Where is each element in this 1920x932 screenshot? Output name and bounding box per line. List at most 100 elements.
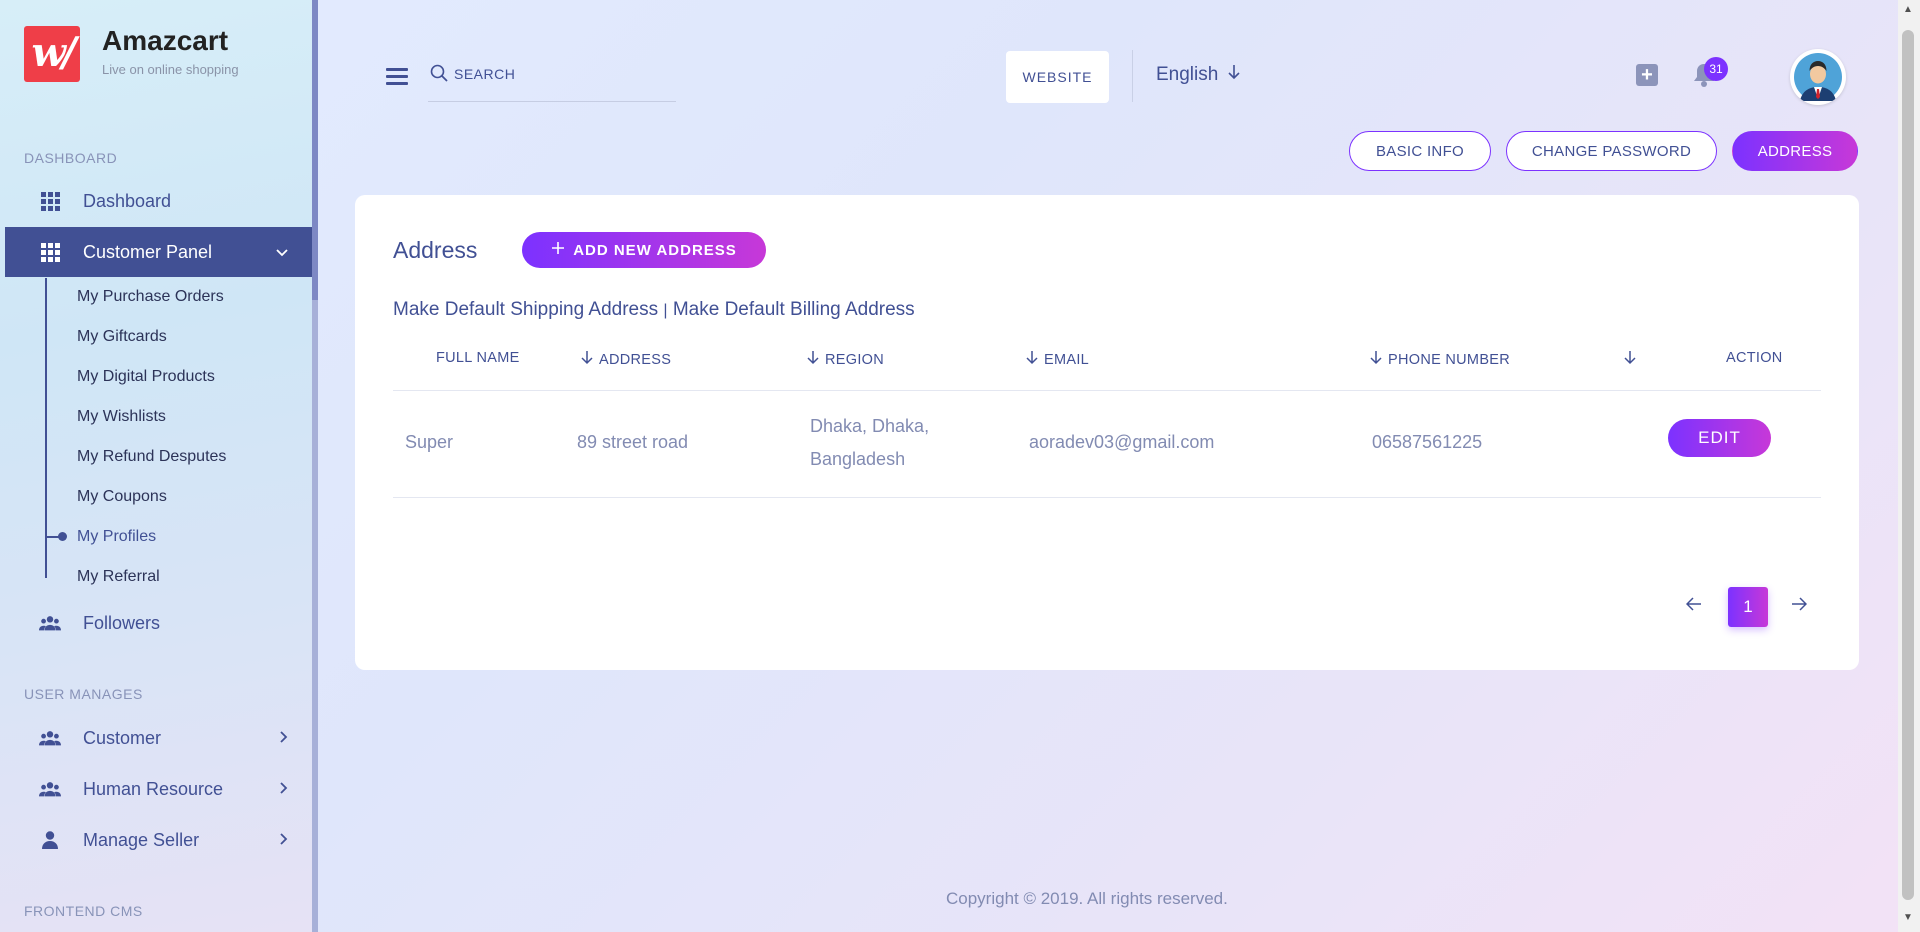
sidebar-subitem-digital-products[interactable]: My Digital Products <box>77 368 215 386</box>
brand-logo-mark: w/ <box>24 26 80 82</box>
sidebar-item-label: Customer Panel <box>83 241 213 262</box>
column-header-email[interactable]: EMAIL <box>1026 350 1089 369</box>
edit-button[interactable]: EDIT <box>1668 419 1771 457</box>
cell-region-line2: Bangladesh <box>810 449 906 469</box>
column-header-label: REGION <box>825 351 884 368</box>
column-header-label: FULL NAME <box>436 350 520 366</box>
sidebar-subitem-wishlists[interactable]: My Wishlists <box>77 408 166 426</box>
pagination-prev-icon[interactable] <box>1685 595 1702 616</box>
arrow-down-icon <box>1370 350 1382 369</box>
sidebar-subitem-refund-disputes[interactable]: My Refund Desputes <box>77 448 226 466</box>
menu-toggle-icon[interactable] <box>386 68 408 89</box>
sidebar-item-label: Human Resource <box>83 778 224 799</box>
arrow-down-icon <box>807 350 819 369</box>
add-icon[interactable]: + <box>1636 64 1658 86</box>
column-header-label: PHONE NUMBER <box>1388 351 1511 368</box>
search-icon <box>430 64 448 87</box>
avatar[interactable] <box>1790 49 1846 105</box>
address-card: Address ADD NEW ADDRESS Make Default Shi… <box>355 195 1859 670</box>
sidebar-scrollbar[interactable] <box>312 0 318 932</box>
scrollbar-thumb[interactable] <box>1902 30 1914 900</box>
column-header-action: ACTION <box>1726 350 1783 366</box>
sidebar-item-customer-panel[interactable]: Customer Panel <box>5 227 312 277</box>
user-icon <box>39 831 61 849</box>
chevron-right-icon <box>280 781 288 797</box>
tab-basic-info[interactable]: BASIC INFO <box>1349 131 1491 171</box>
sidebar-item-dashboard[interactable]: Dashboard <box>5 176 312 226</box>
sidebar-item-label: Manage Seller <box>83 829 200 850</box>
cell-full-name: Super <box>405 432 454 452</box>
column-header-sort[interactable] <box>1624 350 1636 369</box>
scroll-down-icon[interactable]: ▼ <box>1903 912 1913 923</box>
cell-address: 89 street road <box>577 432 689 452</box>
arrow-down-icon <box>1624 350 1636 369</box>
sidebar-subitem-profiles[interactable]: My Profiles <box>77 528 156 546</box>
arrow-down-icon <box>1026 350 1038 369</box>
pagination-page-1[interactable]: 1 <box>1728 587 1768 627</box>
table-divider <box>393 390 1821 391</box>
pagination-next-icon[interactable] <box>1791 595 1808 616</box>
cell-email: aoradev03@gmail.com <box>1029 432 1215 452</box>
brand-name: Amazcart <box>102 25 229 56</box>
search-input[interactable] <box>454 62 664 86</box>
section-user-manages: USER MANAGES <box>24 686 143 702</box>
brand-tagline: Live on online shopping <box>102 62 239 77</box>
website-button[interactable]: WEBSITE <box>1006 51 1109 103</box>
sidebar-item-label: Customer <box>83 727 162 748</box>
footer-copyright: Copyright © 2019. All rights reserved. <box>946 889 1228 908</box>
sidebar-subitem-coupons[interactable]: My Coupons <box>77 488 167 506</box>
sidebar-item-followers[interactable]: Followers <box>5 598 312 648</box>
column-header-label: EMAIL <box>1044 351 1090 368</box>
column-header-label: ACTION <box>1726 350 1783 366</box>
page-title: Address <box>393 237 478 263</box>
column-header-phone[interactable]: PHONE NUMBER <box>1370 350 1510 369</box>
grid-icon <box>39 191 61 211</box>
language-select[interactable]: English <box>1156 64 1240 86</box>
plus-icon <box>551 241 565 259</box>
tab-address[interactable]: ADDRESS <box>1732 131 1858 171</box>
sidebar-item-customer[interactable]: Customer <box>5 713 312 763</box>
add-new-address-button[interactable]: ADD NEW ADDRESS <box>522 232 766 268</box>
users-icon <box>39 730 61 746</box>
sidebar-item-label: Followers <box>83 612 161 633</box>
tab-change-password[interactable]: CHANGE PASSWORD <box>1506 131 1717 171</box>
users-icon <box>39 781 61 797</box>
table-divider <box>393 497 1821 498</box>
chevron-right-icon <box>280 832 288 848</box>
scroll-up-icon[interactable]: ▲ <box>1903 4 1913 15</box>
add-new-address-label: ADD NEW ADDRESS <box>573 241 737 259</box>
cell-phone: 06587561225 <box>1372 432 1483 452</box>
arrow-down-icon <box>1228 64 1240 86</box>
make-default-billing-link[interactable]: Make Default Billing Address <box>673 299 915 320</box>
notification-badge: 31 <box>1704 57 1728 81</box>
sidebar-subitem-referral[interactable]: My Referral <box>77 568 160 586</box>
arrow-down-icon <box>581 350 593 369</box>
sidebar-subitem-purchase-orders[interactable]: My Purchase Orders <box>77 288 224 306</box>
sidebar-item-human-resource[interactable]: Human Resource <box>5 764 312 814</box>
customer-panel-submenu: My Purchase Orders My Giftcards My Digit… <box>45 278 305 585</box>
make-default-shipping-link[interactable]: Make Default Shipping Address <box>393 299 658 320</box>
brand-logo[interactable]: w/ Amazcart Live on online shopping <box>24 26 239 82</box>
column-header-region[interactable]: REGION <box>807 350 884 369</box>
page-scrollbar[interactable]: ▲ ▼ <box>1898 0 1920 932</box>
search-bar <box>428 60 676 102</box>
sidebar-item-manage-seller[interactable]: Manage Seller <box>5 815 312 865</box>
section-dashboard: DASHBOARD <box>24 150 118 166</box>
users-icon <box>39 615 61 631</box>
header-divider <box>1132 50 1133 102</box>
language-label: English <box>1156 64 1219 85</box>
default-address-links: Make Default Shipping Address | Make Def… <box>393 299 915 321</box>
section-frontend-cms: FRONTEND CMS <box>24 903 143 919</box>
chevron-down-icon <box>276 244 288 260</box>
column-header-label: ADDRESS <box>599 351 672 368</box>
sidebar: w/ Amazcart Live on online shopping DASH… <box>0 0 318 932</box>
grid-icon <box>39 242 61 262</box>
column-header-full-name[interactable]: FULL NAME <box>436 350 520 366</box>
sidebar-item-label: Dashboard <box>83 190 172 211</box>
cell-region-line1: Dhaka, Dhaka, <box>810 416 930 436</box>
chevron-right-icon <box>280 730 288 746</box>
active-indicator <box>45 532 67 541</box>
column-header-address[interactable]: ADDRESS <box>581 350 671 369</box>
link-separator: | <box>663 302 668 319</box>
sidebar-subitem-giftcards[interactable]: My Giftcards <box>77 328 167 346</box>
